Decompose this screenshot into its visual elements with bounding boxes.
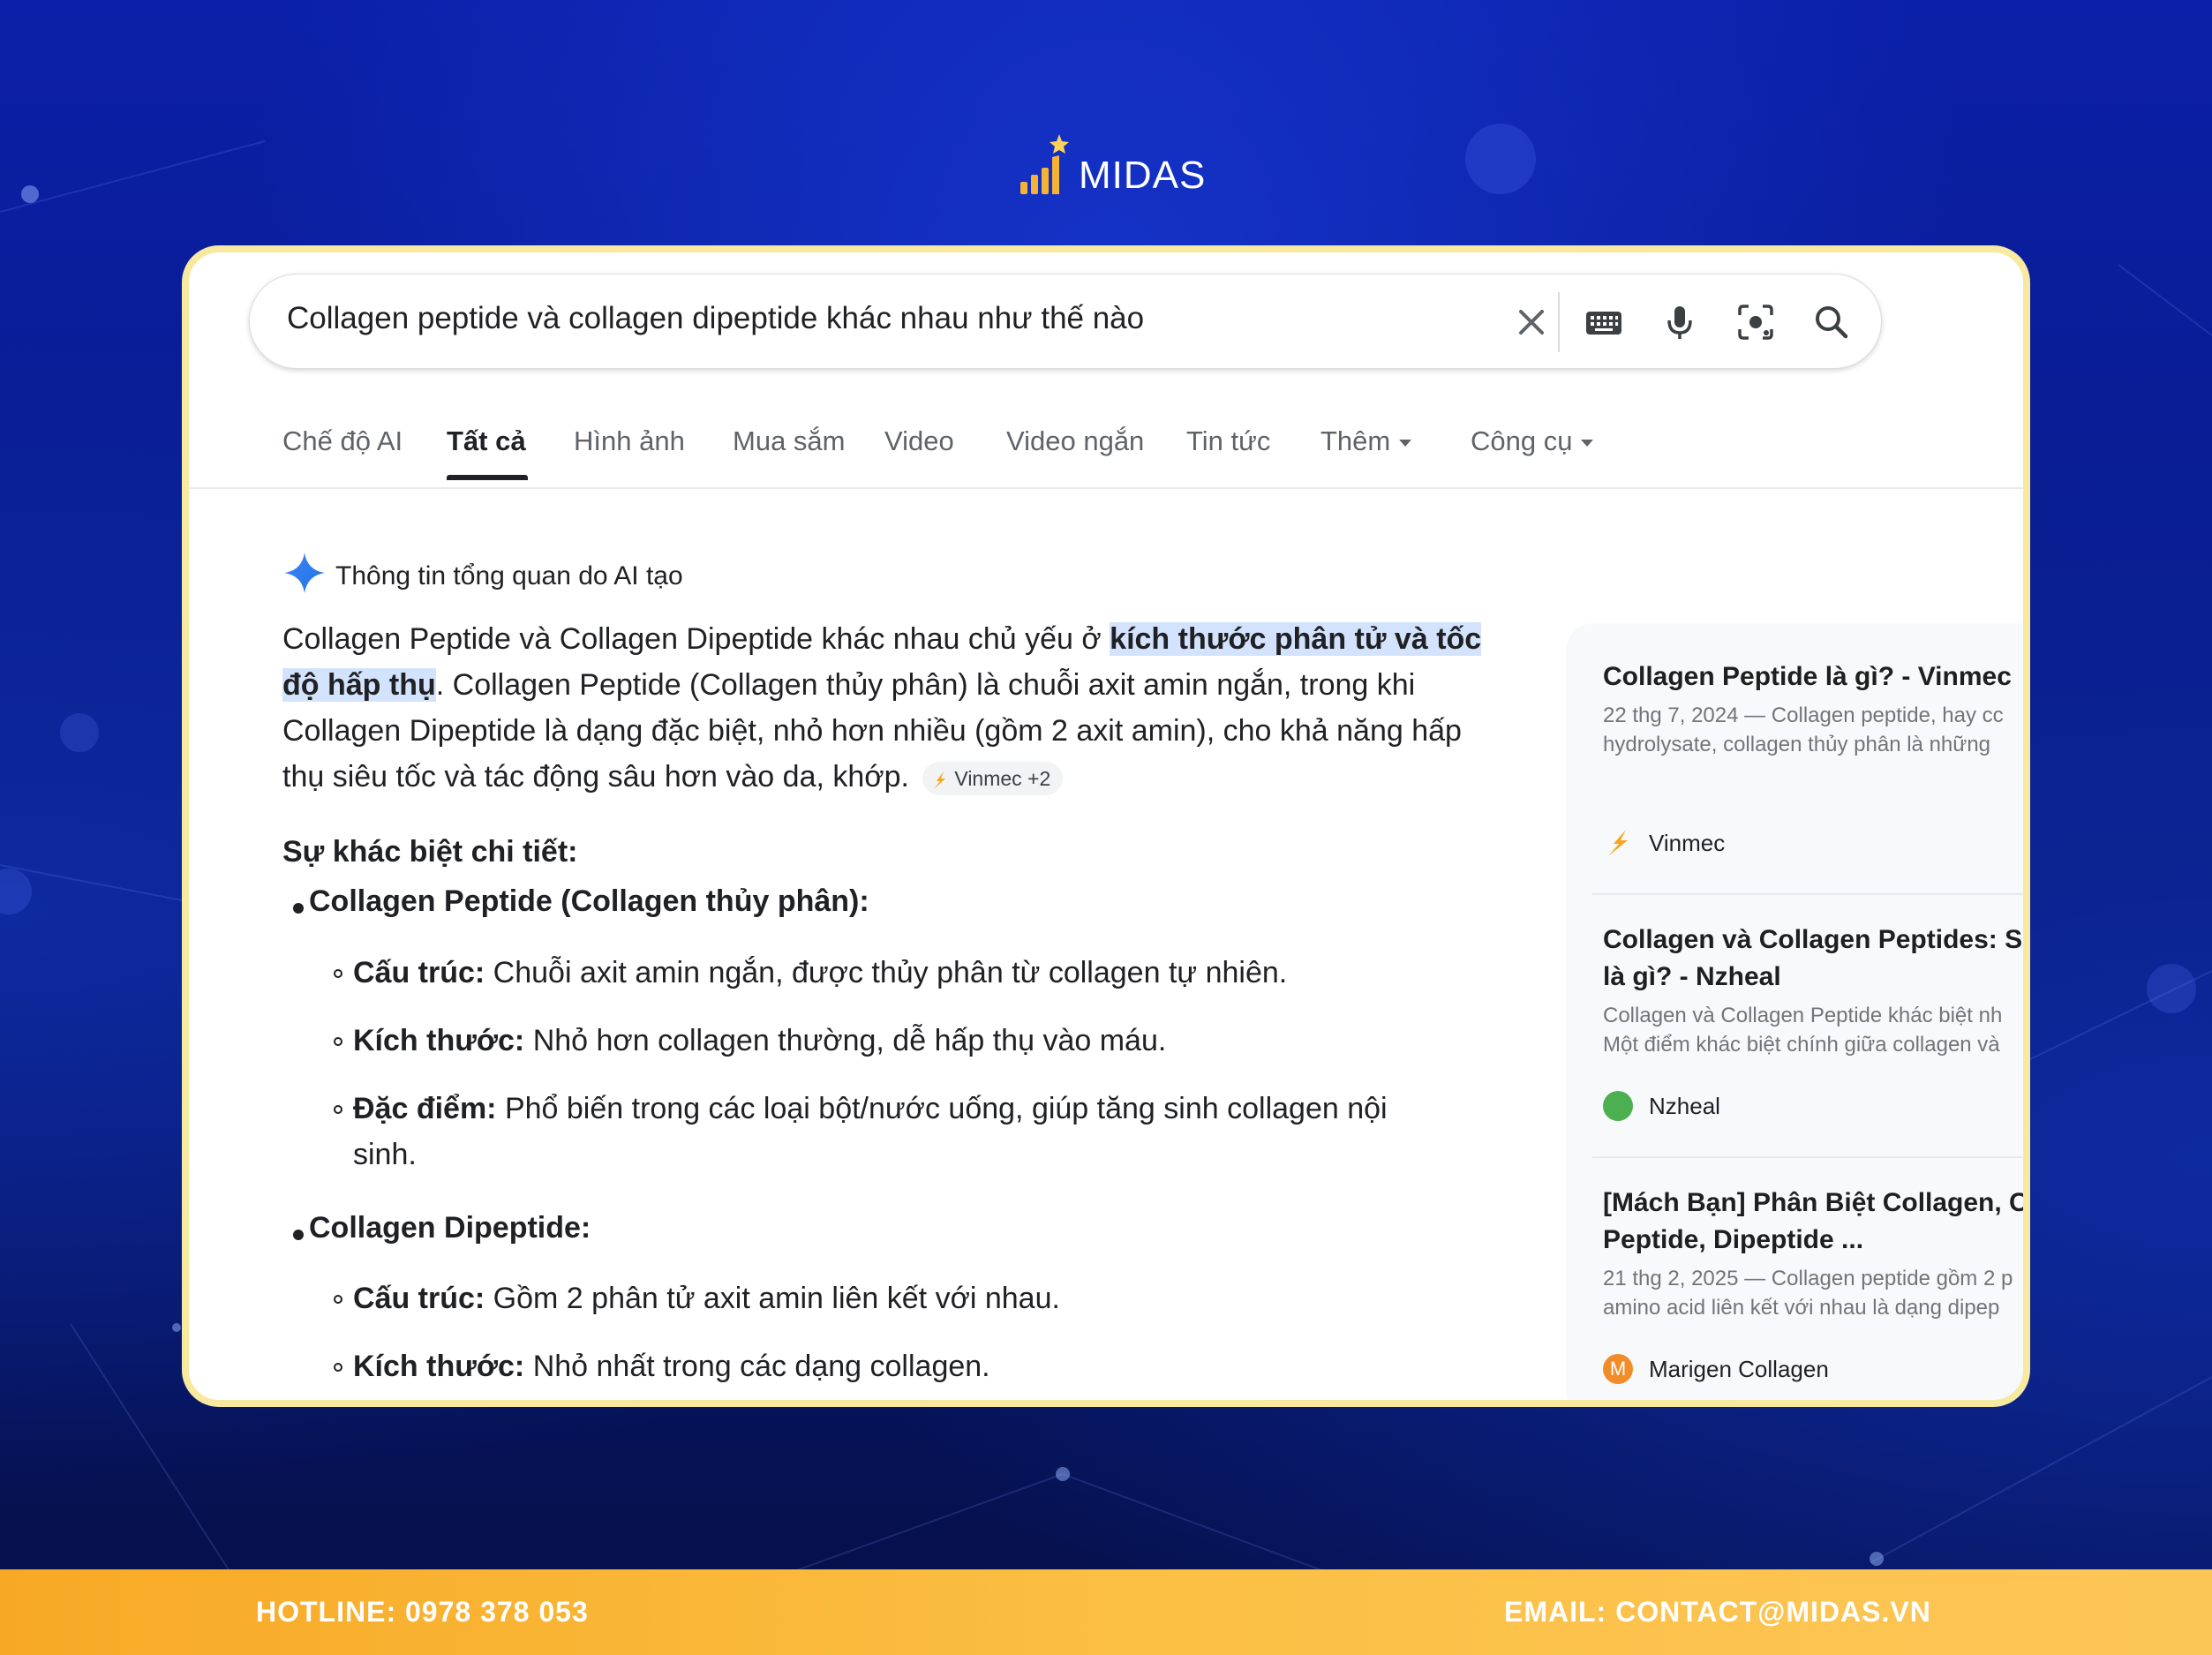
list-item: Đặc điểm: Phổ biến trong các loại bột/nư… — [353, 1086, 1448, 1177]
item-label: Cấu trúc: — [353, 956, 485, 989]
tab-more[interactable]: Thêm — [1320, 425, 1412, 457]
ai-overview-title: Thông tin tổng quan do AI tạo — [335, 561, 683, 591]
sources-panel: Collagen Peptide là gì? - Vinmec 22 thg … — [1566, 623, 2023, 1400]
tab-shopping[interactable]: Mua sắm — [733, 425, 845, 457]
bullet-ring — [334, 1363, 342, 1372]
list-item: Cấu trúc: Gồm 2 phân tử axit amin liên k… — [353, 1275, 1448, 1321]
tab-tools[interactable]: Công cụ — [1471, 425, 1594, 457]
active-tab-indicator — [447, 475, 528, 480]
source-divider — [1592, 1156, 2023, 1158]
email-text: EMAIL: CONTACT@MIDAS.VN — [1504, 1596, 1931, 1628]
tab-news[interactable]: Tin tức — [1186, 425, 1270, 457]
item-label: Kích thước: — [353, 1350, 525, 1383]
bullet-dot — [293, 903, 304, 914]
gemini-spark-icon — [284, 553, 325, 593]
marigen-logo-icon: M — [1603, 1354, 1633, 1384]
contact-footer: HOTLINE: 0978 378 053 EMAIL: CONTACT@MID… — [0, 1569, 2212, 1655]
chevron-down-icon — [1399, 439, 1412, 447]
chevron-down-icon — [1581, 439, 1594, 447]
source-site-name: Nzheal — [1649, 1093, 1720, 1119]
source-card-marigen[interactable]: [Mách Bạn] Phân Biệt Collagen, Co Peptid… — [1603, 1185, 2023, 1322]
lens-icon[interactable] — [1734, 301, 1777, 343]
source-snippet: Collagen và Collagen Peptide khác biệt n… — [1603, 1004, 2003, 1027]
source-card-nzheal[interactable]: Collagen và Collagen Peptides: Sự là gì?… — [1603, 922, 2023, 1059]
midas-logo: MIDAS — [1015, 131, 1205, 201]
tab-all[interactable]: Tất cả — [447, 425, 526, 457]
item-text: Chuỗi axit amin ngắn, được thủy phân từ … — [485, 956, 1288, 989]
ai-overview-intro: Collagen Peptide và Collagen Dipeptide k… — [282, 616, 1483, 800]
section-title: Collagen Dipeptide: — [309, 1211, 591, 1245]
intro-text-continued: . Collagen Peptide (Collagen thủy phân) … — [282, 668, 1462, 794]
item-text: Gồm 2 phân tử axit amin liên kết với nha… — [485, 1282, 1060, 1315]
source-card-vinmec[interactable]: Collagen Peptide là gì? - Vinmec 22 thg … — [1603, 658, 2023, 759]
source-site-name: Vinmec — [1649, 830, 1726, 856]
hotline-text: HOTLINE: 0978 378 053 — [256, 1596, 589, 1628]
brand-name: MIDAS — [1079, 154, 1207, 197]
source-title[interactable]: Collagen Peptide là gì? - Vinmec — [1603, 658, 2023, 696]
logo-mark-icon — [1020, 134, 1069, 194]
tab-more-label: Thêm — [1320, 425, 1391, 456]
source-snippet: hydrolysate, collagen thủy phân là những — [1603, 733, 1991, 756]
source-chip-label: Vinmec +2 — [954, 767, 1051, 791]
source-title-line2[interactable]: là gì? - Nzheal — [1603, 959, 2023, 996]
search-screenshot-card: Collagen peptide và collagen dipeptide k… — [182, 245, 2030, 1407]
bullet-ring — [334, 1037, 342, 1046]
list-item: Kích thước: Nhỏ nhất trong các dạng coll… — [353, 1343, 1448, 1389]
tab-videos[interactable]: Video — [884, 425, 954, 457]
source-title-line2[interactable]: Peptide, Dipeptide ... — [1603, 1222, 2023, 1259]
source-divider — [1592, 893, 2023, 895]
tab-short-videos[interactable]: Video ngắn — [1006, 425, 1144, 457]
source-snippet: 21 thg 2, 2025 — Collagen peptide gồm 2 … — [1603, 1267, 2013, 1290]
item-label: Cấu trúc: — [353, 1282, 485, 1315]
tab-images[interactable]: Hình ảnh — [574, 425, 685, 457]
section-title: Collagen Peptide (Collagen thủy phân): — [309, 884, 869, 918]
tabs-divider — [189, 487, 2023, 489]
bullet-dot — [293, 1230, 304, 1240]
details-subheading: Sự khác biệt chi tiết: — [282, 835, 578, 869]
tab-ai-mode[interactable]: Chế độ AI — [282, 425, 403, 457]
item-text: Nhỏ hơn collagen thường, dễ hấp thụ vào … — [524, 1024, 1167, 1057]
source-title[interactable]: [Mách Bạn] Phân Biệt Collagen, Co — [1603, 1185, 2023, 1222]
source-snippet: 22 thg 7, 2024 — Collagen peptide, hay c… — [1603, 703, 2004, 727]
source-snippet: amino acid liên kết với nhau là dạng dip… — [1603, 1296, 2000, 1320]
bullet-ring — [334, 969, 342, 978]
item-text: Nhỏ nhất trong các dạng collagen. — [524, 1350, 990, 1383]
keyboard-icon[interactable] — [1583, 301, 1625, 343]
item-text: Phổ biến trong các loại bột/nước uống, g… — [353, 1092, 1388, 1171]
search-query[interactable]: Collagen peptide và collagen dipeptide k… — [287, 301, 1144, 336]
source-snippet: Một điểm khác biệt chính giữa collagen v… — [1603, 1033, 2000, 1057]
item-label: Kích thước: — [353, 1024, 525, 1057]
bullet-ring — [334, 1105, 342, 1114]
list-item: Cấu trúc: Chuỗi axit amin ngắn, được thủ… — [353, 950, 1448, 996]
bullet-ring — [334, 1295, 342, 1304]
source-chip[interactable]: Vinmec +2 — [922, 762, 1064, 796]
vinmec-logo-icon — [934, 771, 946, 789]
tab-tools-label: Công cụ — [1471, 425, 1573, 456]
source-site-name: Marigen Collagen — [1649, 1356, 1829, 1382]
search-icon[interactable] — [1810, 301, 1853, 343]
source-title[interactable]: Collagen và Collagen Peptides: Sự — [1603, 922, 2023, 959]
search-bar[interactable]: Collagen peptide và collagen dipeptide k… — [249, 274, 1882, 369]
item-label: Đặc điểm: — [353, 1092, 497, 1125]
vinmec-logo-icon — [1608, 830, 1628, 856]
list-item: Kích thước: Nhỏ hơn collagen thường, dễ … — [353, 1018, 1448, 1064]
search-divider — [1558, 292, 1560, 352]
mic-icon[interactable] — [1659, 301, 1701, 343]
close-icon[interactable] — [1510, 301, 1553, 343]
intro-text: Collagen Peptide và Collagen Dipeptide k… — [282, 622, 1110, 656]
nzheal-logo-icon — [1603, 1091, 1633, 1121]
